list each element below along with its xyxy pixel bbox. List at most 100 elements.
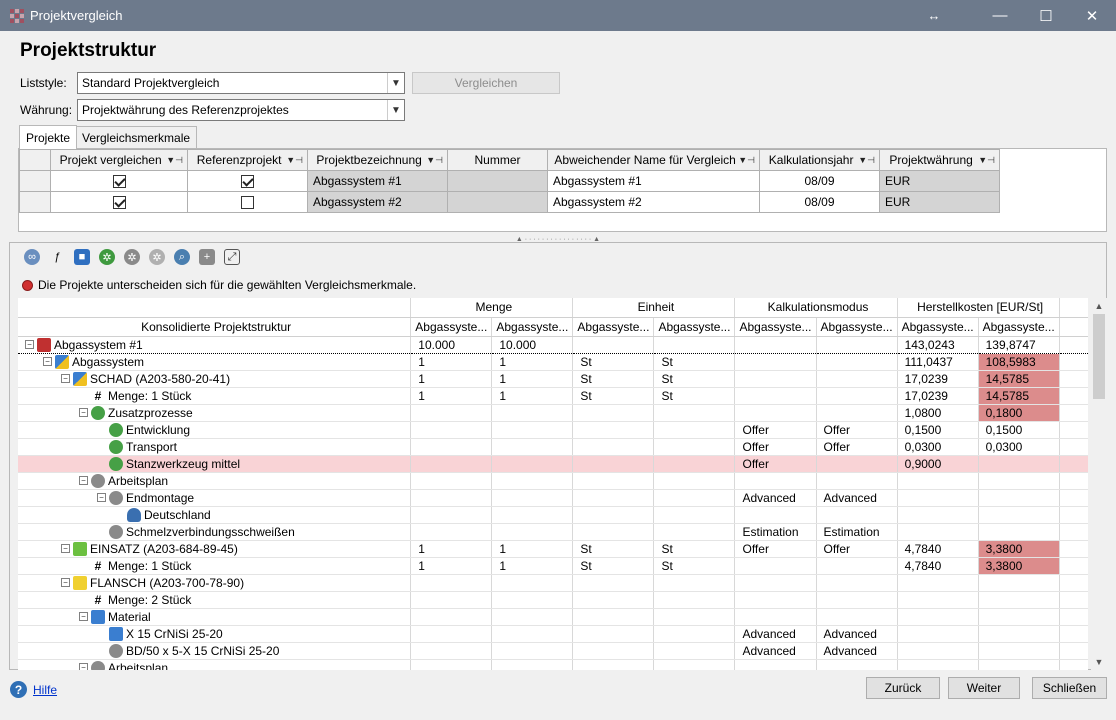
resize-icon[interactable]: ↔ bbox=[911, 0, 957, 31]
collapse-toggle-icon[interactable]: − bbox=[61, 544, 70, 553]
gear-outline-icon[interactable]: ✲ bbox=[149, 249, 165, 265]
currency-select[interactable]: Projektwährung des Referenzprojektes ▼ bbox=[77, 99, 405, 121]
tree-row[interactable]: − Endmontage Advanced Advanced bbox=[18, 489, 1088, 507]
collapse-toggle-icon[interactable]: − bbox=[61, 578, 70, 587]
filter-pin-icon[interactable]: ▼⊣ bbox=[286, 155, 303, 166]
scroll-up-icon[interactable]: ▲ bbox=[1091, 298, 1107, 314]
collapse-toggle-icon[interactable]: − bbox=[79, 476, 88, 485]
close-window-button[interactable]: ✕ bbox=[1069, 0, 1115, 31]
tree-row[interactable]: − Arbeitsplan bbox=[18, 659, 1088, 670]
clipboard-add-icon[interactable]: + bbox=[199, 249, 215, 265]
collapse-toggle-icon[interactable]: − bbox=[25, 340, 34, 349]
gear-icon[interactable]: ✲ bbox=[124, 249, 140, 265]
sub-header-project-2[interactable]: Abgassyste... bbox=[816, 317, 898, 337]
compare-button[interactable]: Vergleichen bbox=[412, 72, 560, 94]
reference-checkbox[interactable] bbox=[241, 175, 254, 189]
tab-projekte[interactable]: Projekte bbox=[19, 125, 78, 149]
tree-row[interactable]: BD/50 x 5-X 15 CrNiSi 25-20 Advanced Advan… bbox=[18, 642, 1088, 660]
alt-name-cell[interactable]: Abgassystem #2 bbox=[547, 191, 760, 213]
tree-row[interactable]: Deutschland bbox=[18, 506, 1088, 524]
tree-row[interactable]: − Material bbox=[18, 608, 1088, 626]
value-cell bbox=[653, 404, 736, 422]
tree-row[interactable]: − Abgassystem 1 1 St St 111,0437 108,5983 bbox=[18, 353, 1088, 371]
collapse-toggle-icon[interactable]: − bbox=[79, 408, 88, 417]
tree-row[interactable]: # Menge: 1 Stück 1 1 St St 4,7840 3,3800 bbox=[18, 557, 1088, 575]
value-cell bbox=[734, 472, 817, 490]
filter-pin-icon[interactable]: ▼⊣ bbox=[858, 155, 875, 166]
tree-row[interactable]: − FLANSCH (A203-700-78-90) bbox=[18, 574, 1088, 592]
tree-row[interactable]: − Zusatzprozesse 1,0800 0,1800 bbox=[18, 404, 1088, 422]
collapse-toggle-icon[interactable]: − bbox=[79, 612, 88, 621]
tree-row[interactable]: # Menge: 1 Stück 1 1 St St 17,0239 14,5785 bbox=[18, 387, 1088, 405]
sub-header-project-1[interactable]: Abgassyste... bbox=[410, 317, 493, 337]
tree-row[interactable]: − Abgassystem #1 10.000 10.000 143,0243 139,8… bbox=[18, 335, 1088, 354]
value-cell bbox=[572, 489, 655, 507]
tree-row[interactable]: − SCHAD (A203-580-20-41) 1 1 St St 17,0239 14,5… bbox=[18, 370, 1088, 388]
collapse-toggle-icon[interactable]: − bbox=[61, 374, 70, 383]
liststyle-value: Standard Projektvergleich bbox=[82, 76, 220, 90]
tree-cell: − Material bbox=[18, 608, 412, 626]
reference-checkbox[interactable] bbox=[241, 196, 254, 210]
filter-pin-icon[interactable]: ▼⊣ bbox=[426, 155, 443, 166]
alt-name-cell[interactable]: Abgassystem #1 bbox=[547, 170, 760, 192]
back-button[interactable]: Zurück bbox=[866, 677, 940, 699]
tree-row[interactable]: Entwicklung Offer Offer 0,1500 0,1500 bbox=[18, 421, 1088, 439]
sub-header-project-2[interactable]: Abgassyste... bbox=[978, 317, 1060, 337]
tree-row[interactable]: − EINSATZ (A203-684-89-45) 1 1 St St Offer Offe… bbox=[18, 540, 1088, 558]
value-cell bbox=[410, 625, 493, 643]
collapse-toggle-icon[interactable]: − bbox=[79, 663, 88, 670]
green-gear-icon[interactable]: ✲ bbox=[99, 249, 115, 265]
collapse-toggle-icon[interactable]: − bbox=[97, 493, 106, 502]
tree-row[interactable]: X 15 CrNiSi 25-20 Advanced Advanced bbox=[18, 625, 1088, 643]
cube-icon[interactable]: ■ bbox=[74, 249, 90, 265]
row-selector[interactable] bbox=[19, 191, 51, 213]
next-button[interactable]: Weiter bbox=[948, 677, 1020, 699]
filter-pin-icon[interactable]: ▼⊣ bbox=[166, 155, 183, 166]
link-icon[interactable]: ∞ bbox=[24, 249, 40, 265]
tree-row[interactable]: # Menge: 2 Stück bbox=[18, 591, 1088, 609]
minimize-button[interactable]: — bbox=[977, 0, 1023, 31]
col-header-name[interactable]: Projektbezeichnung ▼⊣ bbox=[307, 149, 448, 171]
find-icon[interactable]: ⌕ bbox=[174, 249, 190, 265]
sub-header-project-2[interactable]: Abgassyste... bbox=[491, 317, 574, 337]
tree-row[interactable]: − Arbeitsplan bbox=[18, 472, 1088, 490]
tree-label: Menge: 2 Stück bbox=[108, 592, 192, 607]
liststyle-select[interactable]: Standard Projektvergleich ▼ bbox=[77, 72, 405, 94]
tree-label: X 15 CrNiSi 25-20 bbox=[126, 626, 223, 641]
maximize-button[interactable]: ☐ bbox=[1023, 0, 1069, 31]
tree-row[interactable]: Stanzwerkzeug mittel Offer 0,9000 bbox=[18, 455, 1088, 473]
sub-header-project-1[interactable]: Abgassyste... bbox=[572, 317, 655, 337]
value-cell: 14,5785 bbox=[978, 387, 1060, 405]
compare-checkbox[interactable] bbox=[112, 196, 126, 210]
row-selector[interactable] bbox=[19, 170, 51, 192]
sub-header-project-2[interactable]: Abgassyste... bbox=[653, 317, 736, 337]
collapse-toggle-icon[interactable]: − bbox=[43, 357, 52, 366]
sub-header-project-1[interactable]: Abgassyste... bbox=[897, 317, 979, 337]
col-header-compare[interactable]: Projekt vergleichen ▼⊣ bbox=[50, 149, 188, 171]
tree-header-blank bbox=[18, 298, 412, 318]
col-header-currency[interactable]: Projektwährung ▼⊣ bbox=[879, 149, 1000, 171]
filter-pin-icon[interactable]: ▼⊣ bbox=[738, 155, 755, 166]
formula-icon[interactable]: ƒ bbox=[49, 249, 65, 265]
scroll-down-icon[interactable]: ▼ bbox=[1091, 654, 1107, 670]
tree-row[interactable]: Schmelzverbindungsschweißen Estimation Est… bbox=[18, 523, 1088, 541]
compare-checkbox[interactable] bbox=[112, 175, 126, 189]
tree-row[interactable]: Transport Offer Offer 0,0300 0,0300 bbox=[18, 438, 1088, 456]
help-text[interactable]: Hilfe bbox=[33, 683, 57, 697]
tree-column-header[interactable]: Konsolidierte Projektstruktur bbox=[18, 317, 412, 337]
tab-vergleichsmerkmale[interactable]: Vergleichsmerkmale bbox=[75, 126, 198, 148]
col-header-alt-name[interactable]: Abweichender Name für Vergleich ▼⊣ bbox=[547, 149, 760, 171]
col-header-year[interactable]: Kalkulationsjahr ▼⊣ bbox=[759, 149, 880, 171]
col-header-reference[interactable]: Referenzprojekt ▼⊣ bbox=[187, 149, 308, 171]
table-row[interactable]: Abgassystem #1 Abgassystem #1 08/09 EUR bbox=[19, 170, 1000, 192]
close-button[interactable]: Schließen bbox=[1032, 677, 1107, 699]
expand-icon[interactable]: ⤢ bbox=[224, 249, 240, 265]
vertical-scrollbar[interactable]: ▲ ▼ bbox=[1091, 298, 1107, 670]
help-link[interactable]: ? Hilfe bbox=[10, 681, 57, 698]
scroll-thumb[interactable] bbox=[1093, 314, 1105, 399]
sub-header-project-1[interactable]: Abgassyste... bbox=[734, 317, 817, 337]
value-cell bbox=[572, 591, 655, 609]
table-row[interactable]: Abgassystem #2 Abgassystem #2 08/09 EUR bbox=[19, 191, 1000, 213]
filter-pin-icon[interactable]: ▼⊣ bbox=[978, 155, 995, 166]
col-header-number[interactable]: Nummer bbox=[447, 149, 548, 171]
